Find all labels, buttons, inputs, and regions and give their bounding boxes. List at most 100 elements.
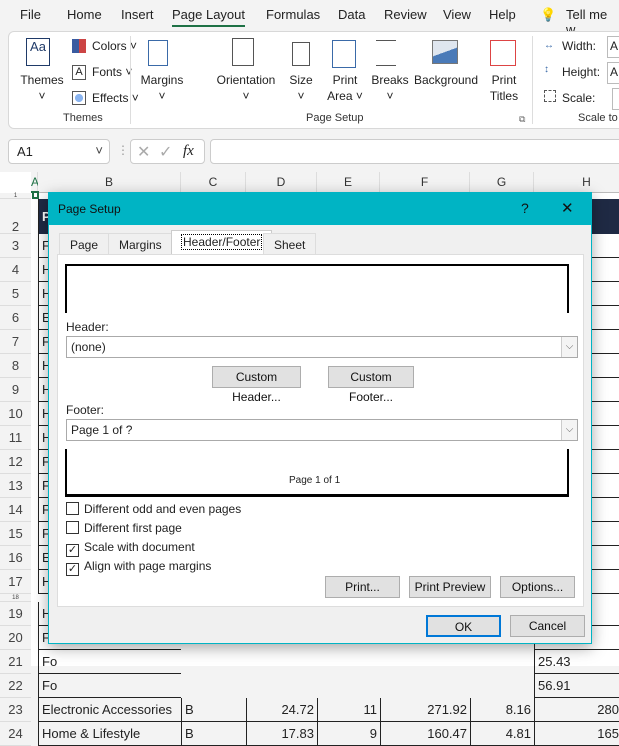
tab-page-layout[interactable]: Page Layout: [172, 7, 246, 27]
table-cell[interactable]: 8.16: [470, 698, 534, 722]
table-cell[interactable]: Fo: [38, 650, 181, 674]
table-cell[interactable]: 271.92: [380, 698, 470, 722]
checkbox-item[interactable]: ✓ Align with page margins: [66, 559, 211, 576]
column-header-c[interactable]: C: [181, 172, 246, 193]
formula-input[interactable]: [210, 139, 619, 164]
row-header[interactable]: 11: [0, 426, 31, 450]
row-header[interactable]: 18: [0, 594, 31, 602]
row-header[interactable]: 13: [0, 474, 31, 498]
row-header[interactable]: 2: [0, 199, 31, 234]
scale-input[interactable]: [612, 88, 619, 110]
insert-function-icon[interactable]: fx: [183, 143, 194, 160]
tab-file[interactable]: File: [20, 7, 41, 22]
enter-icon[interactable]: ✓: [159, 142, 172, 162]
row-header[interactable]: 14: [0, 498, 31, 522]
height-select[interactable]: A: [607, 62, 619, 84]
tab-view[interactable]: View: [443, 7, 471, 22]
dialog-launcher-icon[interactable]: ⧉: [519, 114, 525, 125]
custom-header-button[interactable]: Custom Header...: [212, 366, 301, 404]
row-header[interactable]: 21: [0, 650, 31, 674]
footer-select[interactable]: Page 1 of ? ⌵: [66, 419, 578, 441]
row-header[interactable]: 24: [0, 722, 31, 746]
column-header-g[interactable]: G: [470, 172, 534, 193]
table-cell[interactable]: Fo: [38, 674, 181, 698]
row-header[interactable]: 16: [0, 546, 31, 570]
table-cell[interactable]: Electronic Accessories: [38, 698, 181, 722]
header-select[interactable]: (none) ⌵: [66, 336, 578, 358]
ok-button[interactable]: OK: [426, 615, 501, 637]
table-cell[interactable]: 17.83: [246, 722, 317, 746]
table-cell[interactable]: 11: [317, 698, 380, 722]
row-header[interactable]: 3: [0, 234, 31, 258]
row-header[interactable]: 17: [0, 570, 31, 594]
row-header[interactable]: 20: [0, 626, 31, 650]
table-cell[interactable]: B: [181, 698, 246, 722]
column-header-b[interactable]: B: [38, 172, 181, 193]
row-header[interactable]: 22: [0, 674, 31, 698]
close-button[interactable]: ✕: [561, 199, 574, 217]
column-header-d[interactable]: D: [246, 172, 317, 193]
row-header[interactable]: 9: [0, 378, 31, 402]
tab-page[interactable]: Page: [59, 233, 110, 255]
table-cell[interactable]: 165.28: [534, 722, 619, 746]
checkbox-checked-icon[interactable]: ✓: [66, 563, 79, 576]
row-header[interactable]: 6: [0, 306, 31, 330]
orientation-button[interactable]: Orientation ˅: [214, 72, 278, 104]
table-cell[interactable]: 160.47: [380, 722, 470, 746]
selected-cell-a1[interactable]: [32, 191, 39, 199]
margins-button[interactable]: Margins ˅: [138, 72, 186, 104]
checkbox-item[interactable]: ✓ Scale with document: [66, 540, 195, 557]
fonts-button[interactable]: Fonts ˅: [92, 64, 132, 80]
tab-data[interactable]: Data: [338, 7, 365, 22]
tab-header-footer[interactable]: Header/Footer: [171, 230, 273, 255]
themes-button[interactable]: Themes ˅: [20, 72, 64, 104]
table-cell[interactable]: 280.08: [534, 698, 619, 722]
tab-sheet[interactable]: Sheet: [263, 233, 317, 255]
row-header[interactable]: 10: [0, 402, 31, 426]
table-cell[interactable]: 24.72: [246, 698, 317, 722]
tab-insert[interactable]: Insert: [121, 7, 154, 22]
checkbox-checked-icon[interactable]: ✓: [66, 544, 79, 557]
tab-review[interactable]: Review: [384, 7, 427, 22]
checkbox-item[interactable]: Different odd and even pages: [66, 502, 241, 516]
row-header[interactable]: 8: [0, 354, 31, 378]
column-header-f[interactable]: F: [380, 172, 470, 193]
table-cell[interactable]: 9: [317, 722, 380, 746]
table-cell[interactable]: B: [181, 722, 246, 746]
options-button[interactable]: Options...: [500, 576, 575, 598]
row-header[interactable]: 12: [0, 450, 31, 474]
row-header[interactable]: 4: [0, 258, 31, 282]
cancel-icon[interactable]: ✕: [137, 142, 150, 162]
row-header[interactable]: 23: [0, 698, 31, 722]
background-button[interactable]: Background: [413, 72, 479, 88]
tab-help[interactable]: Help: [489, 7, 516, 22]
cancel-button[interactable]: Cancel: [510, 615, 585, 637]
table-cell[interactable]: 56.91: [534, 674, 619, 698]
print-titles-button[interactable]: Print Titles: [486, 72, 522, 104]
effects-button[interactable]: Effects ˅: [92, 90, 139, 106]
table-cell[interactable]: 25.43: [534, 650, 619, 674]
name-box[interactable]: A1 ˅: [8, 139, 110, 164]
size-button[interactable]: Size ˅: [286, 72, 316, 104]
breaks-button[interactable]: Breaks ˅: [370, 72, 410, 104]
column-header-e[interactable]: E: [317, 172, 380, 193]
row-header[interactable]: 15: [0, 522, 31, 546]
table-cell[interactable]: Home & Lifestyle: [38, 722, 181, 746]
row-header[interactable]: 5: [0, 282, 31, 306]
checkbox-item[interactable]: Different first page: [66, 521, 182, 535]
checkbox-unchecked-icon[interactable]: [66, 521, 79, 534]
row-header[interactable]: 19: [0, 602, 31, 626]
tab-formulas[interactable]: Formulas: [266, 7, 320, 22]
row-header[interactable]: 7: [0, 330, 31, 354]
checkbox-unchecked-icon[interactable]: [66, 502, 79, 515]
help-button[interactable]: ?: [521, 200, 529, 216]
table-cell[interactable]: 4.81: [470, 722, 534, 746]
print-button[interactable]: Print...: [325, 576, 400, 598]
print-area-button[interactable]: Print Area ˅: [326, 72, 364, 104]
column-header-h[interactable]: H: [534, 172, 619, 193]
print-preview-button[interactable]: Print Preview: [409, 576, 491, 598]
custom-footer-button[interactable]: Custom Footer...: [328, 366, 414, 404]
width-select[interactable]: A: [607, 36, 619, 58]
tab-margins[interactable]: Margins: [108, 233, 173, 255]
column-header-a[interactable]: A: [31, 172, 39, 193]
